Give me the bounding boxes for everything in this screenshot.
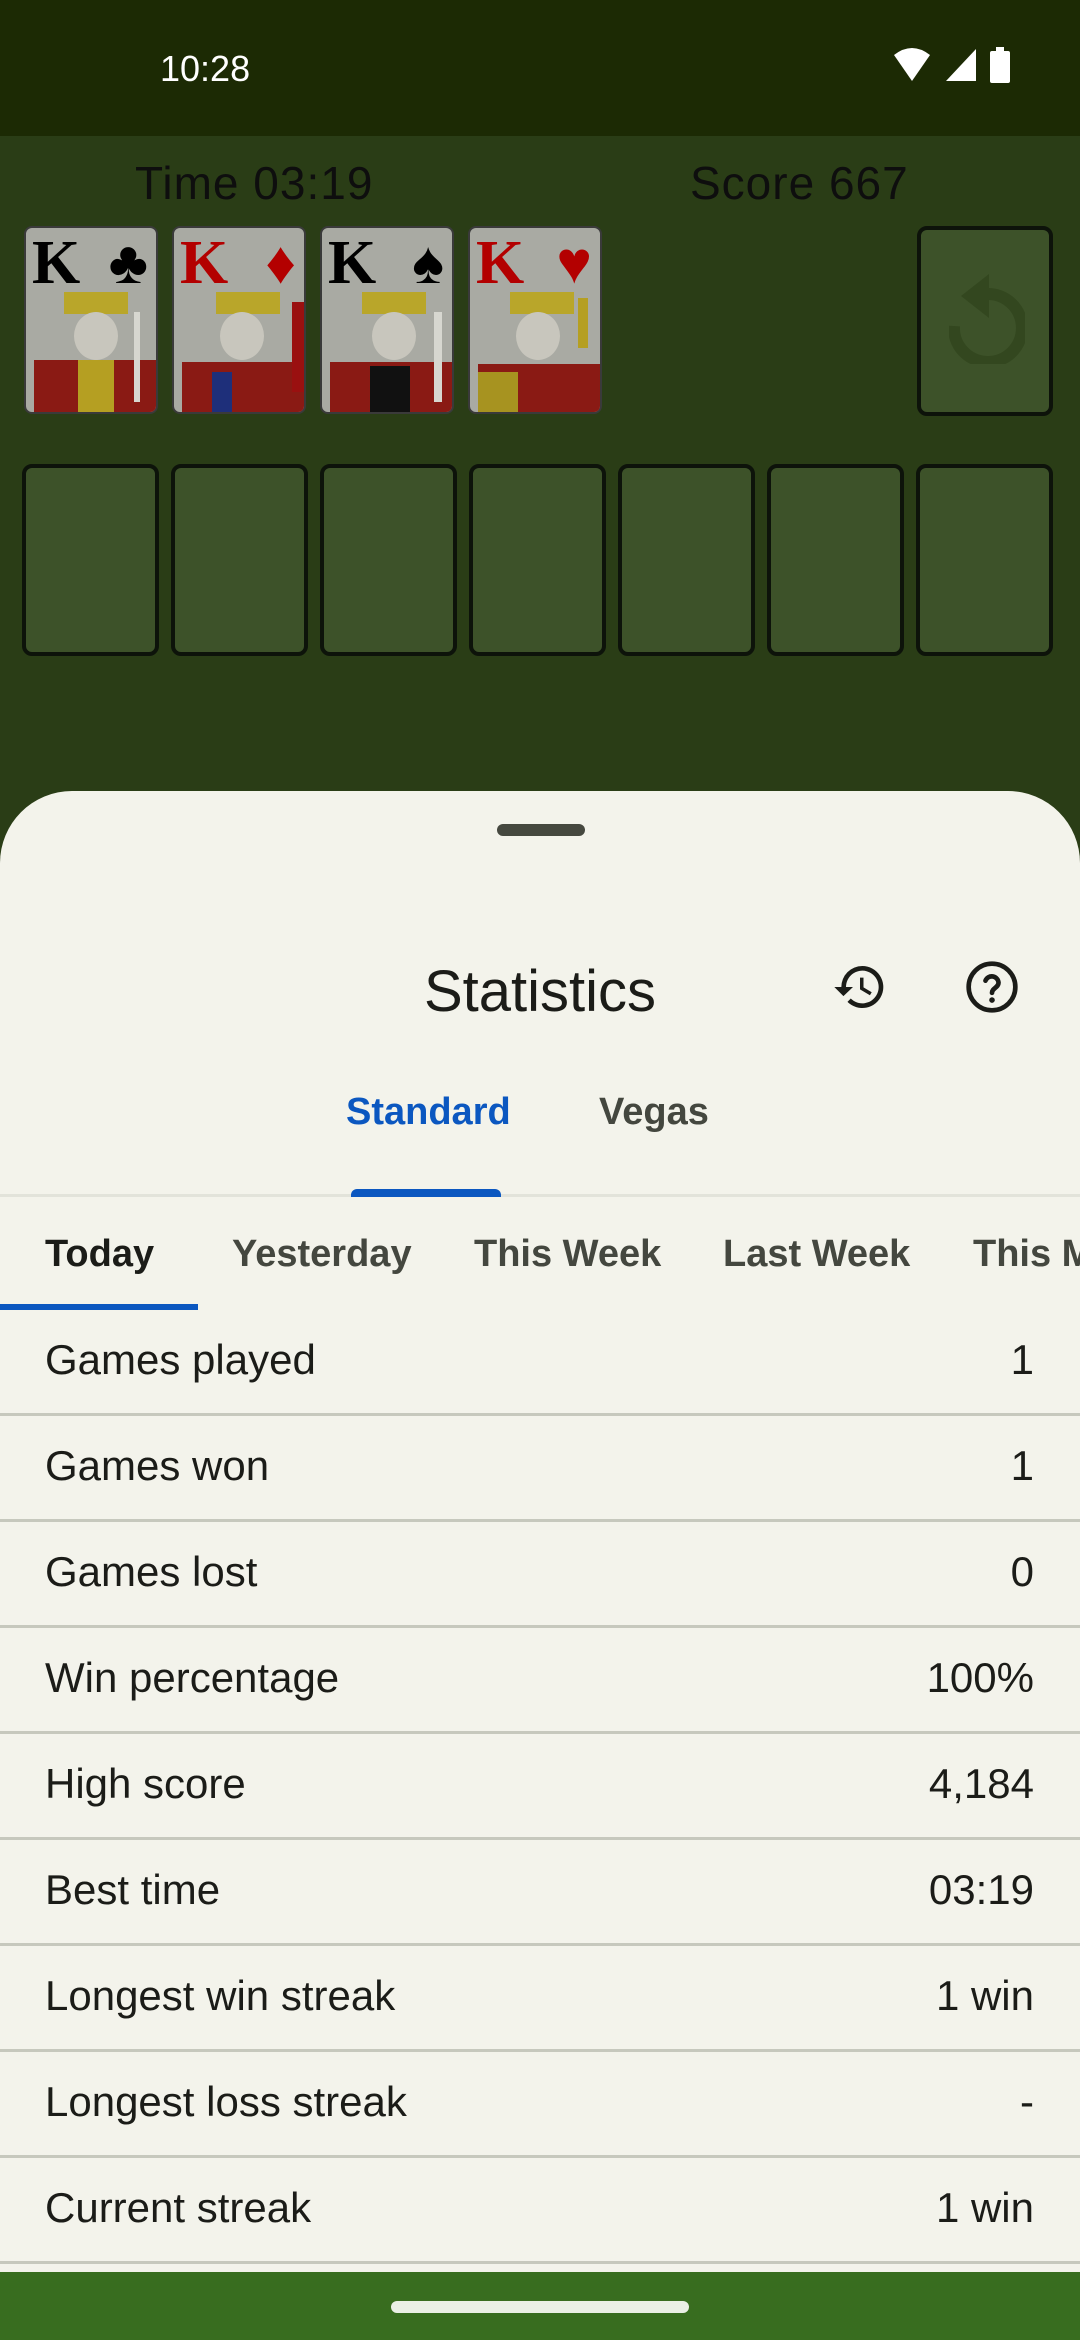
stat-row-longest-loss-streak: Longest loss streak - bbox=[0, 2052, 1080, 2158]
stat-label: Win percentage bbox=[45, 1654, 340, 1701]
stat-value: 4,184 bbox=[928, 1760, 1034, 1807]
tableau-pile[interactable] bbox=[320, 464, 457, 656]
card-rank: K bbox=[328, 229, 377, 297]
king-portrait bbox=[182, 292, 304, 412]
game-timer: Time 03:19 bbox=[135, 157, 374, 209]
tableau-pile[interactable] bbox=[767, 464, 904, 656]
stat-value: 1 bbox=[1010, 1336, 1034, 1383]
history-button[interactable] bbox=[828, 955, 892, 1019]
stat-row-games-lost: Games lost 0 bbox=[0, 1522, 1080, 1628]
tableau-pile[interactable] bbox=[916, 464, 1053, 656]
stat-value: 0 bbox=[1010, 1548, 1034, 1595]
foundation-king-of-spades[interactable]: K ♠ bbox=[320, 226, 454, 414]
tableau-pile[interactable] bbox=[22, 464, 159, 656]
tab-today[interactable]: Today bbox=[45, 1233, 154, 1276]
status-time: 10:28 bbox=[160, 48, 251, 89]
tableau-pile[interactable] bbox=[469, 464, 606, 656]
cellular-signal-icon bbox=[944, 47, 978, 88]
mode-tab-indicator bbox=[351, 1189, 501, 1197]
help-button[interactable] bbox=[960, 955, 1024, 1019]
wifi-icon bbox=[892, 47, 932, 88]
king-portrait bbox=[330, 292, 452, 412]
tab-standard[interactable]: Standard bbox=[346, 1081, 511, 1197]
stat-value: 03:19 bbox=[928, 1866, 1034, 1913]
stat-value: - bbox=[1020, 2078, 1034, 2125]
tab-vegas[interactable]: Vegas bbox=[599, 1081, 709, 1197]
stat-row-games-won: Games won 1 bbox=[0, 1416, 1080, 1522]
stat-label: Games lost bbox=[45, 1548, 258, 1595]
history-icon bbox=[834, 966, 884, 1008]
foundation-king-of-diamonds[interactable]: K ♦ bbox=[172, 226, 306, 414]
clubs-icon: ♣ bbox=[108, 229, 148, 296]
stat-label: Games won bbox=[45, 1442, 270, 1489]
spades-icon: ♠ bbox=[412, 229, 444, 296]
stat-row-longest-win-streak: Longest win streak 1 win bbox=[0, 1946, 1080, 2052]
stat-value: 1 win bbox=[935, 2184, 1034, 2231]
redeal-icon bbox=[949, 274, 1025, 364]
king-portrait bbox=[34, 292, 156, 412]
card-rank: K bbox=[180, 229, 229, 297]
stat-label: Current streak bbox=[45, 2184, 312, 2231]
stat-row-best-time: Best time 03:19 bbox=[0, 1840, 1080, 1946]
status-icons bbox=[892, 47, 1010, 88]
stat-value: 1 win bbox=[935, 1972, 1034, 2019]
tableau-pile[interactable] bbox=[171, 464, 308, 656]
mode-tabs: Standard Vegas bbox=[0, 1081, 1080, 1197]
hearts-icon: ♥ bbox=[556, 229, 592, 296]
tab-yesterday[interactable]: Yesterday bbox=[232, 1233, 412, 1276]
stats-list: Games played 1 Games won 1 Games lost 0 … bbox=[0, 1310, 1080, 2264]
diamonds-icon: ♦ bbox=[265, 229, 296, 296]
help-icon bbox=[966, 961, 1018, 1013]
stat-label: High score bbox=[45, 1760, 246, 1807]
home-gesture-handle[interactable] bbox=[391, 2301, 689, 2313]
stock-pile[interactable] bbox=[917, 226, 1053, 416]
king-portrait bbox=[478, 292, 600, 412]
game-board: Time 03:19 Score 667 K ♣ K ♦ K ♠ K ♥ bbox=[0, 136, 1080, 796]
stat-row-win-percentage: Win percentage 100% bbox=[0, 1628, 1080, 1734]
tableau-pile[interactable] bbox=[618, 464, 755, 656]
stat-row-games-played: Games played 1 bbox=[0, 1310, 1080, 1416]
stat-value: 1 bbox=[1010, 1442, 1034, 1489]
card-rank: K bbox=[476, 229, 525, 297]
stat-row-current-streak: Current streak 1 win bbox=[0, 2158, 1080, 2264]
stat-label: Games played bbox=[45, 1336, 316, 1383]
statistics-sheet: Statistics Standard Vegas Today Yesterda… bbox=[0, 791, 1080, 2272]
stat-row-high-score: High score 4,184 bbox=[0, 1734, 1080, 1840]
foundation-king-of-hearts[interactable]: K ♥ bbox=[468, 226, 602, 414]
sheet-title: Statistics bbox=[423, 959, 657, 1024]
tab-this-month[interactable]: This M bbox=[973, 1233, 1080, 1276]
foundation-king-of-clubs[interactable]: K ♣ bbox=[24, 226, 158, 414]
stat-label: Best time bbox=[45, 1866, 221, 1913]
card-rank: K bbox=[32, 229, 81, 297]
drag-handle[interactable] bbox=[497, 824, 585, 836]
stat-value: 100% bbox=[926, 1654, 1034, 1701]
stat-label: Longest win streak bbox=[45, 1972, 396, 2019]
tab-this-week[interactable]: This Week bbox=[474, 1233, 661, 1276]
status-bar: 10:28 bbox=[0, 0, 1080, 136]
tab-last-week[interactable]: Last Week bbox=[723, 1233, 910, 1276]
period-tabs[interactable]: Today Yesterday This Week Last Week This… bbox=[0, 1197, 1080, 1310]
game-score: Score 667 bbox=[690, 157, 909, 209]
stat-label: Longest loss streak bbox=[45, 2078, 407, 2125]
battery-icon bbox=[990, 47, 1010, 88]
navigation-bar bbox=[0, 2272, 1080, 2340]
